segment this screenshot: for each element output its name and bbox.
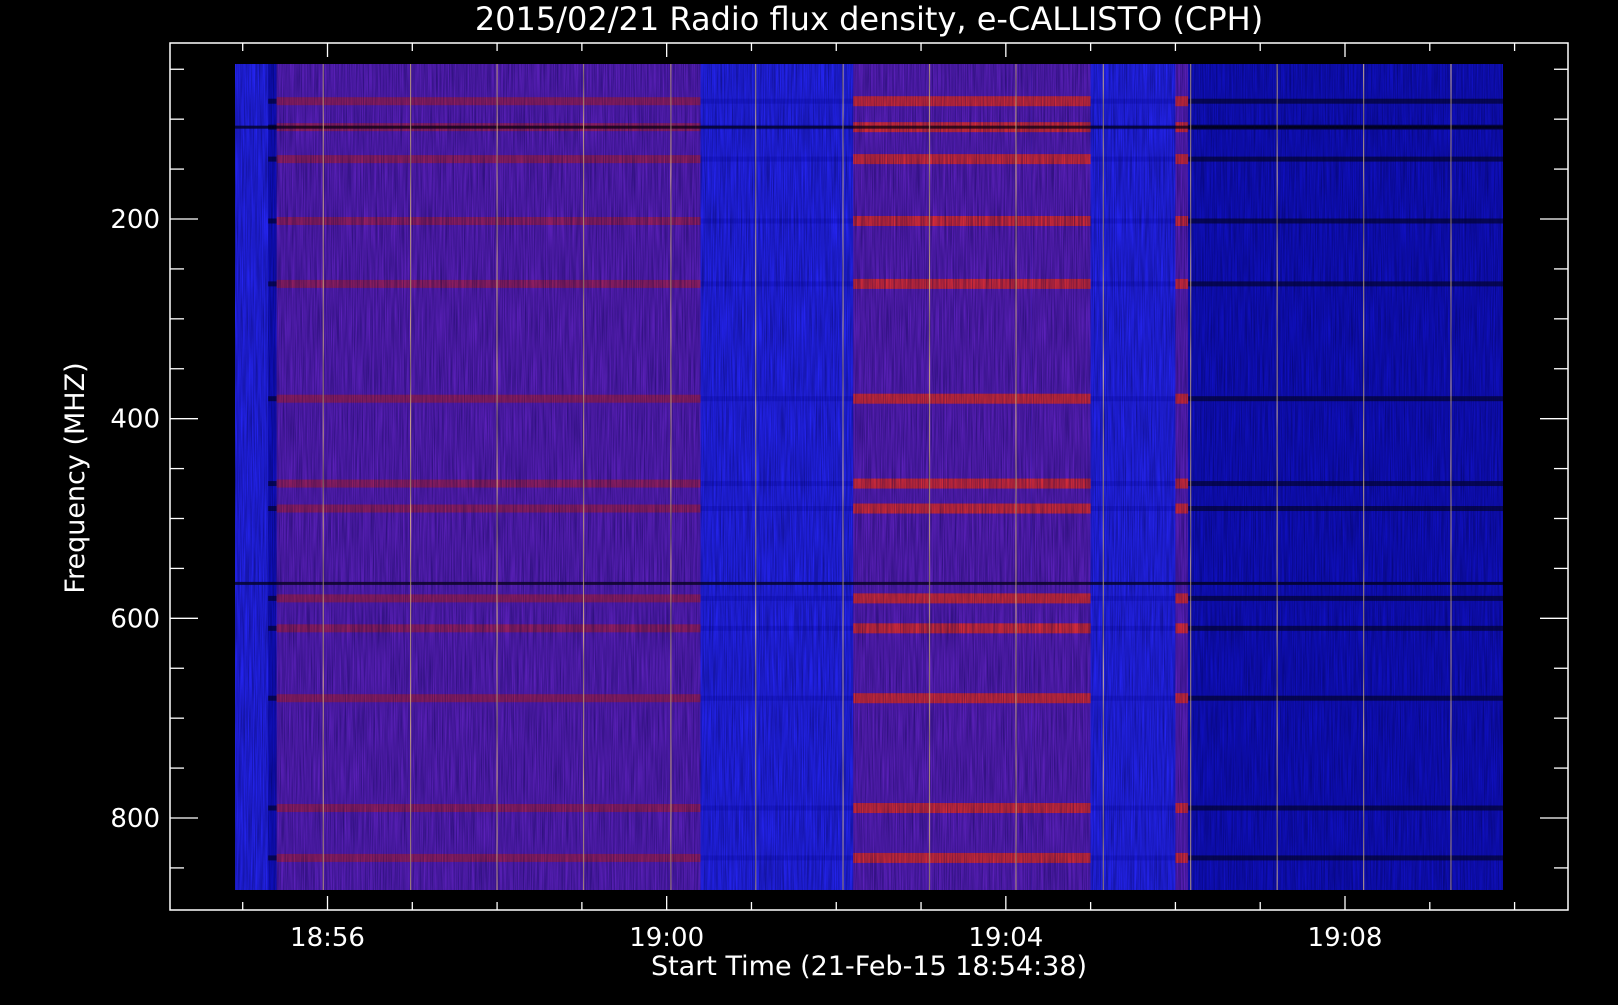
noise-overlay [235,64,1503,890]
x-tick-label-1: 19:00 [629,923,704,953]
chart-title: 2015/02/21 Radio flux density, e-CALLIST… [475,0,1263,38]
y-tick-label-1: 400 [110,405,160,435]
y-axis-label: Frequency (MHZ) [60,362,91,593]
x-tick-label-0: 18:56 [290,923,365,953]
y-tick-label-0: 200 [110,205,160,235]
spectrogram-chart: 18:56 19:00 19:04 19:08 200 400 600 800 2015/02… [0,0,1618,1000]
x-axis-label: Start Time (21-Feb-15 18:54:38) [651,951,1087,982]
spectrogram-svg: 18:56 19:00 19:04 19:08 200 400 600 800 2015/02… [60,0,1569,982]
x-tick-label-2: 19:04 [968,923,1043,953]
y-tick-label-2: 600 [110,604,160,634]
x-tick-label-3: 19:08 [1308,923,1383,953]
y-tick-label-3: 800 [110,804,160,834]
